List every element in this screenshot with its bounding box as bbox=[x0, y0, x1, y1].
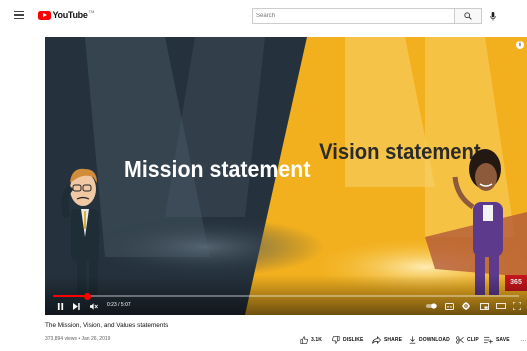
share-button[interactable]: SHARE bbox=[372, 334, 402, 346]
logo-text: YouTube bbox=[52, 10, 88, 20]
video-meta: 373,894 views • Jan 26, 2019 bbox=[45, 336, 111, 342]
left-slide-text: Mission statement bbox=[124, 156, 311, 182]
dislike-label: DISLIKE bbox=[343, 337, 364, 343]
progress-fill bbox=[53, 295, 88, 297]
subtitles-icon bbox=[444, 302, 454, 310]
gear-icon bbox=[462, 302, 470, 310]
clip-button[interactable]: CLIP bbox=[456, 334, 479, 346]
fullscreen-button[interactable] bbox=[511, 301, 522, 311]
progress-bar[interactable] bbox=[53, 292, 519, 300]
logo-trademark: TM bbox=[88, 8, 95, 14]
next-button[interactable] bbox=[71, 301, 81, 311]
clip-label: CLIP bbox=[467, 337, 479, 343]
share-icon bbox=[372, 336, 381, 344]
voice-search-button[interactable] bbox=[486, 9, 500, 23]
scissors-icon bbox=[456, 336, 464, 344]
skip-next-icon bbox=[72, 302, 80, 310]
youtube-play-icon bbox=[38, 10, 51, 20]
download-button[interactable]: DOWNLOAD bbox=[409, 334, 450, 346]
masthead: YouTube TM bbox=[0, 0, 527, 30]
volume-muted-icon bbox=[90, 302, 98, 310]
dislike-button[interactable]: DISLIKE bbox=[332, 334, 363, 346]
right-slide-text: Vision statement bbox=[319, 140, 481, 164]
save-label: SAVE bbox=[496, 337, 510, 343]
search-input[interactable] bbox=[252, 8, 455, 24]
progress-scrubber[interactable] bbox=[84, 292, 92, 300]
youtube-logo[interactable]: YouTube TM bbox=[38, 8, 95, 20]
download-label: DOWNLOAD bbox=[419, 337, 450, 343]
thumbs-down-icon bbox=[332, 336, 340, 344]
thumbs-up-icon bbox=[300, 336, 308, 344]
search-button[interactable] bbox=[455, 8, 482, 24]
playlist-add-icon bbox=[484, 336, 493, 344]
theater-mode-button[interactable] bbox=[495, 301, 506, 311]
like-count: 3.1K bbox=[311, 337, 322, 343]
search-icon bbox=[464, 12, 472, 20]
settings-button[interactable] bbox=[461, 301, 471, 311]
autoplay-toggle-icon bbox=[425, 303, 437, 309]
like-button[interactable]: 3.1K bbox=[300, 334, 322, 346]
hamburger-menu-icon[interactable] bbox=[14, 11, 24, 20]
microphone-icon bbox=[490, 11, 496, 21]
miniplayer-button[interactable] bbox=[479, 301, 490, 311]
fullscreen-icon bbox=[512, 302, 521, 310]
autoplay-toggle[interactable] bbox=[425, 301, 437, 311]
pause-button[interactable] bbox=[55, 301, 65, 311]
miniplayer-icon bbox=[480, 302, 489, 310]
more-actions-button[interactable]: … bbox=[520, 334, 527, 346]
video-player[interactable]: Mission statement Vision statement i 0:2… bbox=[45, 37, 527, 315]
pause-icon bbox=[57, 302, 63, 310]
mute-button[interactable] bbox=[89, 301, 99, 311]
download-icon bbox=[409, 336, 416, 344]
share-label: SHARE bbox=[384, 337, 403, 343]
video-frame: Mission statement Vision statement bbox=[45, 37, 527, 315]
theater-mode-icon bbox=[495, 303, 506, 309]
action-bar: 3.1K DISLIKE SHARE DOWNLOAD CLIP SAVE … bbox=[298, 334, 527, 346]
info-icon[interactable] bbox=[516, 41, 524, 49]
video-title: The Mission, Vision, and Values statemen… bbox=[45, 322, 169, 329]
time-display: 0:23 / 5:07 bbox=[107, 302, 131, 308]
save-button[interactable]: SAVE bbox=[484, 334, 510, 346]
subtitles-button[interactable] bbox=[444, 301, 454, 311]
